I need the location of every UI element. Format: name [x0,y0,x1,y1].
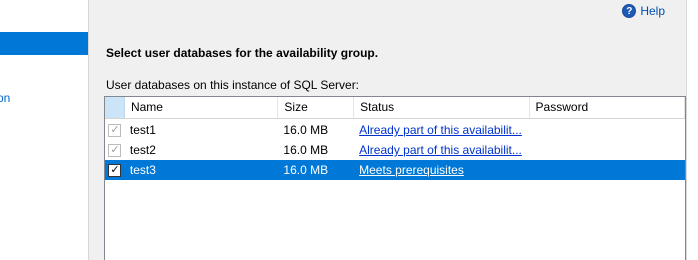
select-all-header[interactable] [105,97,125,118]
table-row[interactable]: ✓ test2 16.0 MB Already part of this ava… [105,140,685,160]
db-name: test1 [129,123,156,137]
databases-grid[interactable]: Name Size Status Password ✓ test1 16.0 M… [104,96,686,260]
nav-item-label: tion [0,91,11,105]
row-checkbox[interactable]: ✓ [108,123,122,137]
nav-item-current[interactable] [0,32,88,55]
column-header-name[interactable]: Name [125,97,279,118]
page-title: Select user databases for the availabili… [106,46,379,60]
main-panel: ? Help Select user databases for the ava… [91,0,698,260]
nav-item-partial[interactable]: tion [0,91,19,105]
help-icon: ? [622,4,637,18]
column-header-status[interactable]: Status [354,97,530,118]
help-link[interactable]: ? Help [622,4,665,18]
db-size: 16.0 MB [283,123,329,137]
table-row[interactable]: ✓ test1 16.0 MB Already part of this ava… [105,120,685,140]
db-status-link[interactable]: Already part of this availabilit... [354,140,529,160]
db-password[interactable] [530,120,685,140]
db-name: test3 [129,163,156,177]
db-size: 16.0 MB [283,163,329,177]
column-header-size[interactable]: Size [278,97,355,118]
databases-label: User databases on this instance of SQL S… [106,78,360,92]
help-label: Help [640,4,665,18]
row-checkbox[interactable]: ✓ [108,163,122,177]
wizard-nav-pane: tion [0,0,89,260]
db-name: test2 [129,143,156,157]
db-password[interactable] [530,140,685,160]
db-password[interactable] [530,160,685,180]
row-checkbox-cell: ✓ [105,120,125,140]
db-status-link[interactable]: Already part of this availabilit... [354,120,529,140]
row-checkbox-cell: ✓ [105,160,125,180]
right-edge [686,0,698,260]
db-status-link[interactable]: Meets prerequisites [354,160,529,180]
row-checkbox-cell: ✓ [105,140,125,160]
table-row-selected[interactable]: ✓ test3 16.0 MB Meets prerequisites [105,160,685,180]
grid-header: Name Size Status Password [105,97,686,119]
column-header-password[interactable]: Password [530,97,686,118]
db-size: 16.0 MB [283,143,329,157]
row-checkbox[interactable]: ✓ [108,143,122,157]
